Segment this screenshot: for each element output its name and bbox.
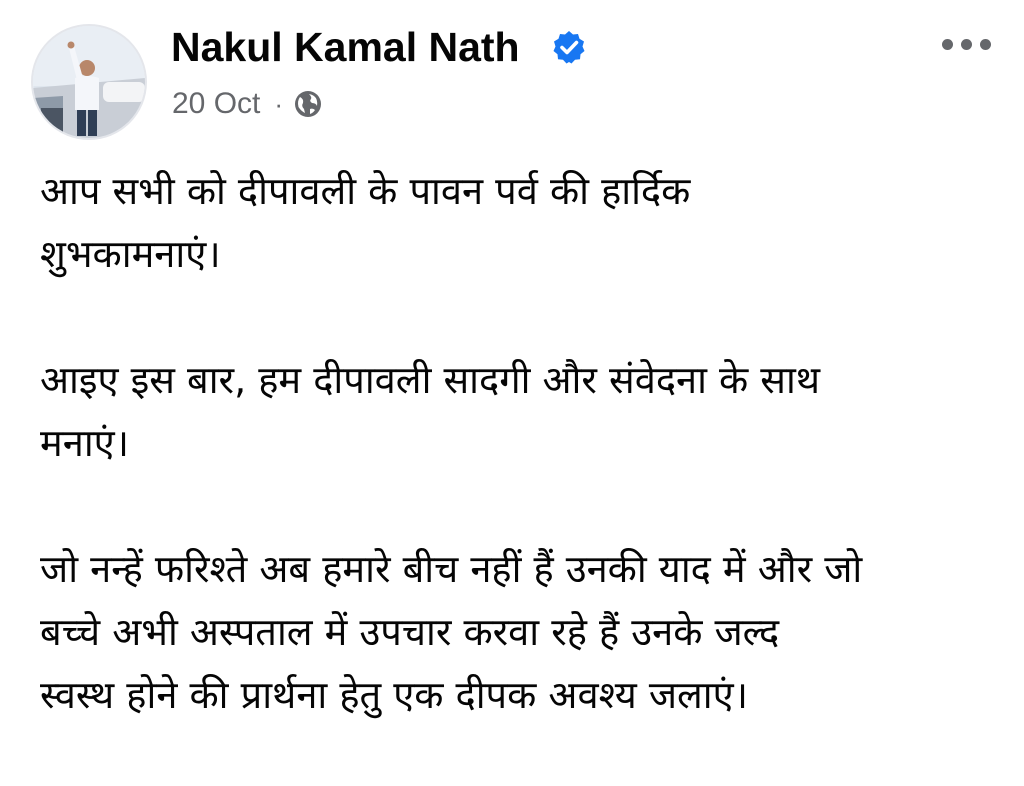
post-paragraph: आइए इस बार, हम दीपावली सादगी और संवेदना … — [40, 358, 821, 465]
author-name[interactable]: Nakul Kamal Nath — [171, 22, 520, 72]
verified-badge-icon — [553, 31, 585, 64]
post-text: आप सभी को दीपावली के पावन पर्व की हार्दि… — [40, 160, 1000, 727]
avatar-photo — [33, 26, 145, 138]
globe-icon[interactable] — [293, 89, 323, 119]
post-meta: 20 Oct · — [172, 84, 323, 124]
post-paragraph: जो नन्हें फरिश्ते अब हमारे बीच नहीं हैं … — [40, 547, 863, 717]
more-dot — [941, 38, 953, 50]
more-options-icon[interactable] — [930, 24, 1002, 64]
meta-separator: · — [274, 88, 284, 119]
post-date[interactable]: 20 Oct — [172, 87, 260, 121]
post-paragraph: आप सभी को दीपावली के पावन पर्व की हार्दि… — [40, 169, 691, 276]
more-dot — [979, 38, 991, 50]
author-avatar[interactable] — [33, 26, 145, 138]
more-dot — [960, 38, 972, 50]
facebook-post: Nakul Kamal Nath 20 Oct · आप सभी को दीपा… — [0, 0, 1024, 786]
